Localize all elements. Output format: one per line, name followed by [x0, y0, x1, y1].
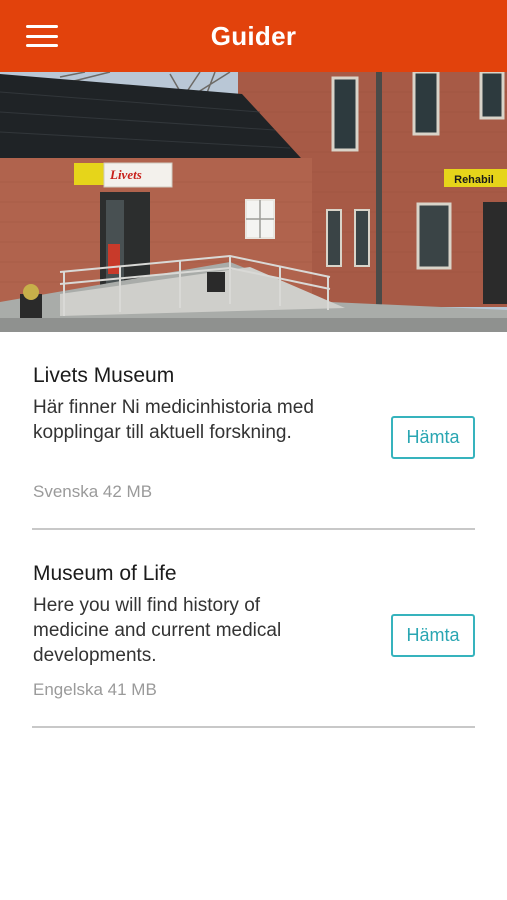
guide-description: Här finner Ni medicinhistoria med koppli… [33, 397, 314, 443]
guide-meta: Svenska 42 MB [33, 482, 153, 501]
hero-image: Rehabil Livets [0, 72, 507, 332]
museum-sign-text: Livets [109, 167, 142, 182]
guide-meta: Engelska 41 MB [33, 680, 157, 699]
download-button[interactable]: Hämta [391, 614, 475, 657]
app-header: Guider [0, 0, 507, 72]
download-button[interactable]: Hämta [391, 416, 475, 459]
guide-title: Livets Museum [33, 364, 175, 387]
guide-description: Here you will find history of medicine a… [33, 595, 282, 666]
hamburger-menu-icon[interactable] [26, 25, 58, 47]
guide-list: Livets Museum Här finner Ni medicinhisto… [0, 332, 507, 728]
guide-title: Museum of Life [33, 562, 177, 585]
right-sign-text: Rehabil [454, 174, 494, 186]
page-title: Guider [210, 20, 297, 51]
guide-item: Museum of Life Here you will find histor… [32, 530, 475, 728]
guide-item: Livets Museum Här finner Ni medicinhisto… [32, 332, 475, 530]
